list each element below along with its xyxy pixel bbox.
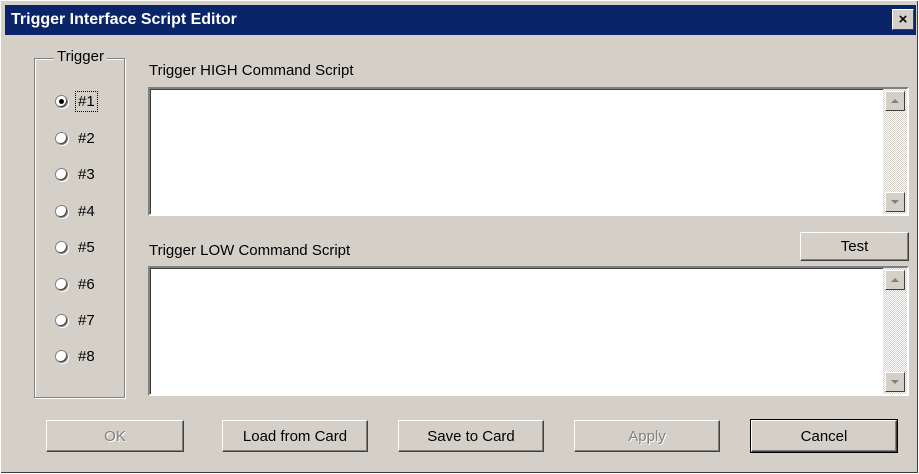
- radio-label: #5: [78, 238, 95, 256]
- arrow-up-icon: [891, 99, 899, 103]
- dialog-window: Trigger Interface Script Editor ×: [0, 0, 919, 474]
- close-icon: ×: [898, 11, 908, 28]
- low-script-scrollbar[interactable]: [883, 268, 907, 394]
- window-title: Trigger Interface Script Editor: [11, 11, 237, 28]
- save-to-card-button[interactable]: Save to Card: [398, 420, 544, 452]
- radio-label: #8: [78, 347, 95, 365]
- radio-button-icon[interactable]: [55, 349, 68, 363]
- cancel-button[interactable]: Cancel: [750, 419, 898, 453]
- load-from-card-button[interactable]: Load from Card: [222, 420, 368, 452]
- close-button[interactable]: ×: [892, 9, 914, 30]
- trigger-radio-8[interactable]: #8: [55, 345, 97, 367]
- trigger-radio-4[interactable]: #4: [55, 200, 97, 222]
- arrow-down-icon: [891, 380, 899, 384]
- trigger-radio-3[interactable]: #3: [55, 163, 97, 185]
- trigger-radio-7[interactable]: #7: [55, 309, 97, 331]
- radio-button-icon[interactable]: [55, 277, 68, 291]
- scroll-up-button[interactable]: [885, 91, 905, 111]
- radio-button-icon[interactable]: [55, 167, 68, 181]
- radio-button-icon[interactable]: [55, 204, 68, 218]
- radio-button-icon[interactable]: [55, 313, 68, 327]
- radio-label: #6: [78, 275, 95, 293]
- trigger-radio-5[interactable]: #5: [55, 236, 97, 258]
- trigger-radio-1[interactable]: #1: [55, 90, 98, 112]
- scroll-down-button[interactable]: [885, 192, 905, 212]
- title-bar[interactable]: Trigger Interface Script Editor ×: [5, 5, 916, 35]
- test-button[interactable]: Test: [800, 232, 909, 261]
- low-script-label: Trigger LOW Command Script: [149, 242, 351, 259]
- radio-label: #4: [78, 202, 95, 220]
- apply-button[interactable]: Apply: [574, 420, 720, 452]
- radio-label: #1: [75, 90, 98, 112]
- scroll-up-button[interactable]: [885, 270, 905, 290]
- radio-label: #7: [78, 311, 95, 329]
- low-script-textarea[interactable]: [148, 266, 909, 396]
- trigger-radio-6[interactable]: #6: [55, 273, 97, 295]
- arrow-down-icon: [891, 200, 899, 204]
- radio-label: #3: [78, 165, 95, 183]
- radio-label: #2: [78, 129, 95, 147]
- high-script-scrollbar[interactable]: [883, 89, 907, 214]
- high-script-label: Trigger HIGH Command Script: [149, 62, 354, 79]
- trigger-radio-2[interactable]: #2: [55, 127, 97, 149]
- trigger-group-label: Trigger: [54, 48, 107, 65]
- scroll-down-button[interactable]: [885, 372, 905, 392]
- ok-button[interactable]: OK: [46, 420, 184, 452]
- arrow-up-icon: [891, 278, 899, 282]
- high-script-textarea[interactable]: [148, 87, 909, 216]
- radio-button-icon[interactable]: [55, 131, 68, 145]
- radio-button-icon[interactable]: [55, 94, 68, 108]
- radio-button-icon[interactable]: [55, 240, 68, 254]
